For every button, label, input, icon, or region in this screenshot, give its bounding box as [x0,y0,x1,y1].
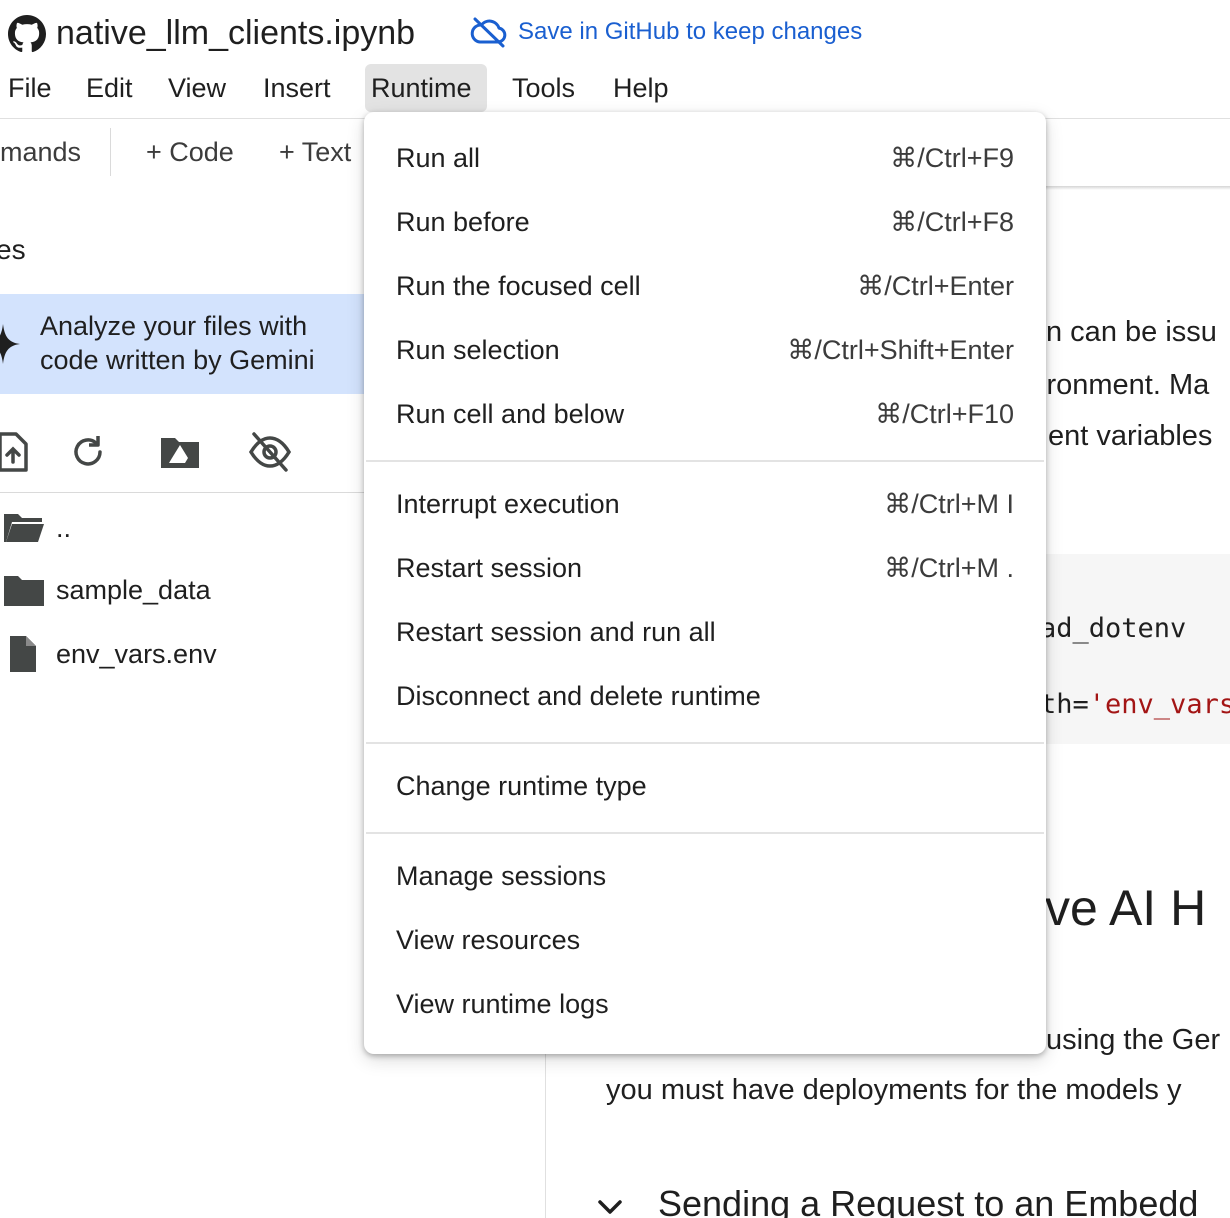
menu-runtime[interactable]: Runtime [365,64,487,112]
menu-item-view-runtime-logs[interactable]: View runtime logs [364,972,1046,1036]
menu-item-label: View runtime logs [396,989,609,1019]
hide-files-icon[interactable] [248,430,292,474]
toolbar-shadow [1046,186,1230,190]
menu-item-label: Run cell and below [396,399,625,429]
menu-separator [366,742,1044,744]
menu-tools[interactable]: Tools [506,64,581,112]
menu-item-run-cell-and-below[interactable]: Run cell and below ⌘/Ctrl+F10 [364,382,1046,446]
menu-edit[interactable]: Edit [80,64,139,112]
save-in-github-link[interactable]: Save in GitHub to keep changes [470,14,862,50]
chevron-down-icon[interactable] [596,1194,624,1218]
menu-item-run-selection[interactable]: Run selection ⌘/Ctrl+Shift+Enter [364,318,1046,382]
menu-item-shortcut: ⌘/Ctrl+M . [884,553,1014,583]
file-icon [10,636,36,672]
menu-item-shortcut: ⌘/Ctrl+F9 [890,143,1014,173]
menu-separator [366,832,1044,834]
add-code-button[interactable]: + Code [146,134,234,170]
gemini-banner-text: Analyze your files with code written by … [40,309,315,377]
menu-item-shortcut: ⌘/Ctrl+Enter [857,271,1014,301]
code-token: th= [1040,689,1089,720]
notebook-title[interactable]: native_llm_clients.ipynb [56,12,415,54]
menu-item-restart-session[interactable]: Restart session ⌘/Ctrl+M . [364,536,1046,600]
menu-view[interactable]: View [162,64,232,112]
menu-item-interrupt-execution[interactable]: Interrupt execution ⌘/Ctrl+M I [364,472,1046,536]
menu-item-shortcut: ⌘/Ctrl+F8 [890,207,1014,237]
subsection-heading[interactable]: Sending a Request to an Embedd [658,1180,1198,1218]
text-cell-line-2: ironment. Ma [1040,369,1210,401]
menu-item-label: Restart session [396,553,583,583]
file-name: .. [56,513,72,543]
folder-icon [4,576,44,606]
paragraph-line-2: you must have deployments for the models… [606,1074,1182,1106]
gemini-sparkle-icon [0,324,20,364]
gemini-banner-line2: code written by Gemini [40,345,315,375]
commands-button[interactable]: mands [0,134,81,170]
menu-item-shortcut: ⌘/Ctrl+Shift+Enter [787,335,1014,365]
section-title: tive AI H [1020,880,1207,936]
menu-file[interactable]: File [2,64,58,112]
github-icon[interactable] [8,15,46,53]
paragraph-line-1: using the Ger [1046,1024,1221,1056]
mount-drive-icon[interactable] [158,430,202,474]
menu-item-run-all[interactable]: Run all ⌘/Ctrl+F9 [364,126,1046,190]
upload-file-icon[interactable] [0,430,38,474]
colab-window: native_llm_clients.ipynb Save in GitHub … [0,0,1230,1218]
text-cell-line-3: ent variables [1048,420,1213,452]
menu-item-label: Disconnect and delete runtime [396,681,761,711]
menu-item-restart-and-run-all[interactable]: Restart session and run all [364,600,1046,664]
menu-item-shortcut: ⌘/Ctrl+M I [884,489,1014,519]
menu-item-label: Manage sessions [396,861,607,891]
toolbar-divider [110,128,111,176]
code-line-1: ad_dotenv [1040,613,1187,644]
file-row-parent[interactable]: .. [0,506,365,550]
menu-help[interactable]: Help [607,64,675,112]
menu-insert[interactable]: Insert [257,64,337,112]
menu-separator [366,460,1044,462]
code-line-2: th='env_vars [1040,687,1230,723]
panel-divider [545,1040,546,1218]
menu-item-view-resources[interactable]: View resources [364,908,1046,972]
cloud-off-icon [470,17,507,48]
save-link-label: Save in GitHub to keep changes [518,18,863,45]
menu-item-run-focused-cell[interactable]: Run the focused cell ⌘/Ctrl+Enter [364,254,1046,318]
menu-item-label: Run all [396,143,481,173]
code-string: 'env_vars [1088,689,1230,720]
menu-item-run-before[interactable]: Run before ⌘/Ctrl+F8 [364,190,1046,254]
file-name: sample_data [56,575,211,605]
menu-item-manage-sessions[interactable]: Manage sessions [364,844,1046,908]
text-cell-line-1: n can be issu [1046,316,1217,348]
refresh-icon[interactable] [66,430,110,474]
files-panel-title: es [0,234,26,265]
menu-item-shortcut: ⌘/Ctrl+F10 [875,399,1014,429]
menu-item-label: Run selection [396,335,560,365]
file-row-env-vars[interactable]: env_vars.env [0,632,365,676]
menu-item-change-runtime-type[interactable]: Change runtime type [364,754,1046,818]
file-row-sample-data[interactable]: sample_data [0,568,365,612]
menu-item-label: Run the focused cell [396,271,641,301]
sidebar-separator [0,492,365,493]
menu-item-label: Run before [396,207,530,237]
file-name: env_vars.env [56,639,217,669]
menu-item-label: View resources [396,925,581,955]
menu-item-label: Restart session and run all [396,617,716,647]
menu-item-label: Change runtime type [396,771,647,801]
menu-item-label: Interrupt execution [396,489,620,519]
gemini-banner-line1: Analyze your files with [40,311,308,341]
runtime-menu: Run all ⌘/Ctrl+F9 Run before ⌘/Ctrl+F8 R… [364,112,1046,1054]
add-text-button[interactable]: + Text [279,134,351,170]
folder-open-icon [4,514,44,542]
menu-item-disconnect-delete-runtime[interactable]: Disconnect and delete runtime [364,664,1046,728]
